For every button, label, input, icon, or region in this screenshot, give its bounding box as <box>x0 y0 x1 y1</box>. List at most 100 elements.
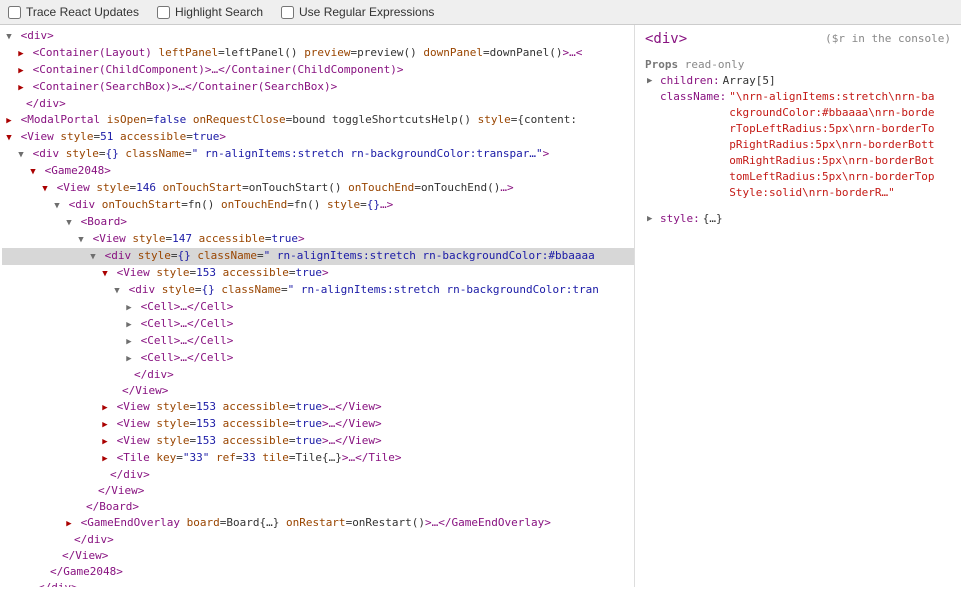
expand-arrow-icon[interactable]: ▶ <box>647 73 657 89</box>
tree-row[interactable]: <Cell>…</Cell> <box>2 316 634 333</box>
val: 153 <box>196 400 216 413</box>
attr: style <box>327 198 360 211</box>
tag-name: View <box>123 434 150 447</box>
attr: ref <box>216 451 236 464</box>
tag-name: Game2048 <box>51 164 104 177</box>
expand-arrow-icon[interactable] <box>52 197 62 214</box>
expand-arrow-icon[interactable] <box>16 45 26 62</box>
expand-arrow-icon[interactable] <box>4 112 14 129</box>
expand-arrow-icon[interactable] <box>88 248 98 265</box>
expand-arrow-icon[interactable] <box>4 129 14 146</box>
tree-row[interactable]: <div onTouchStart=fn() onTouchEnd=fn() s… <box>2 197 634 214</box>
tree-row[interactable]: <Cell>…</Cell> <box>2 350 634 367</box>
attr: className <box>197 249 257 262</box>
val: 146 <box>136 181 156 194</box>
expand-arrow-icon[interactable]: ▶ <box>647 211 657 227</box>
regex-checkbox-label[interactable]: Use Regular Expressions <box>281 5 434 19</box>
expand-arrow-icon[interactable] <box>16 146 26 163</box>
expand-arrow-icon[interactable] <box>16 79 26 96</box>
highlight-search-checkbox[interactable] <box>157 6 170 19</box>
tree-row[interactable]: <Tile key="33" ref=33 tile=Tile{…}>…</Ti… <box>2 450 634 467</box>
expand-arrow-icon[interactable] <box>64 515 74 532</box>
val: "33" <box>183 451 210 464</box>
attr: accessible <box>223 417 289 430</box>
attr: onTouchStart <box>102 198 181 211</box>
tree-row[interactable]: <View style=51 accessible=true> <box>2 129 634 146</box>
tree-row[interactable]: <View style=153 accessible=true>…</View> <box>2 416 634 433</box>
prop-val: Array[5] <box>723 73 776 89</box>
val: 33 <box>243 451 256 464</box>
tag-name: Container(SearchBox) <box>39 80 171 93</box>
tree-row-selected[interactable]: <div style={} className=" rn-alignItems:… <box>2 248 634 265</box>
tree-row[interactable]: </div> <box>2 580 634 587</box>
expand-arrow-icon[interactable] <box>100 433 110 450</box>
tree-panel[interactable]: <div> <Container(Layout) leftPanel=leftP… <box>0 25 634 587</box>
tree-row[interactable]: </div> <box>2 367 634 383</box>
tree-row[interactable]: <Container(SearchBox)>…</Container(Searc… <box>2 79 634 96</box>
prop-row-style[interactable]: ▶ style: {…} <box>645 211 951 227</box>
prop-row-children[interactable]: ▶ children: Array[5] <box>645 73 951 89</box>
expand-arrow-icon[interactable] <box>112 282 122 299</box>
tag-name: Cell <box>200 334 227 347</box>
tree-row[interactable]: </div> <box>2 96 634 112</box>
tree-row[interactable]: <View style=146 onTouchStart=onTouchStar… <box>2 180 634 197</box>
tree-row[interactable]: </Board> <box>2 499 634 515</box>
tree-row[interactable]: <Container(ChildComponent)>…</Container(… <box>2 62 634 79</box>
expand-arrow-icon[interactable] <box>100 416 110 433</box>
tree-row[interactable]: </div> <box>2 467 634 483</box>
tree-row[interactable]: </div> <box>2 532 634 548</box>
expand-arrow-icon[interactable] <box>28 163 38 180</box>
expand-arrow-icon[interactable] <box>124 350 134 367</box>
tree-row[interactable]: <View style=147 accessible=true> <box>2 231 634 248</box>
tree-row[interactable]: <div style={} className=" rn-alignItems:… <box>2 146 634 163</box>
tree-row[interactable]: <Cell>…</Cell> <box>2 299 634 316</box>
tree-row[interactable]: <div style={} className=" rn-alignItems:… <box>2 282 634 299</box>
tree-row[interactable]: </View> <box>2 483 634 499</box>
tag-name: Cell <box>147 334 174 347</box>
val: {} <box>202 283 215 296</box>
expand-arrow-icon[interactable] <box>4 28 14 45</box>
expand-arrow-icon[interactable] <box>100 450 110 467</box>
attr: style <box>478 113 511 126</box>
regex-checkbox[interactable] <box>281 6 294 19</box>
tree-row[interactable]: <Cell>…</Cell> <box>2 333 634 350</box>
val: fn() <box>188 198 215 211</box>
attr: accessible <box>199 232 265 245</box>
tag-name: ModalPortal <box>27 113 100 126</box>
expand-arrow-icon[interactable] <box>40 180 50 197</box>
tree-row[interactable]: <GameEndOverlay board=Board{…} onRestart… <box>2 515 634 532</box>
tag-name: View <box>27 130 54 143</box>
expand-arrow-icon[interactable] <box>100 399 110 416</box>
tree-row[interactable]: <ModalPortal isOpen=false onRequestClose… <box>2 112 634 129</box>
tree-row[interactable]: <Game2048> <box>2 163 634 180</box>
tag-name: View <box>123 266 150 279</box>
expand-arrow-icon[interactable] <box>124 299 134 316</box>
attr: onTouchEnd <box>348 181 414 194</box>
tree-row[interactable]: <Container(Layout) leftPanel=leftPanel()… <box>2 45 634 62</box>
tree-row[interactable]: </View> <box>2 548 634 564</box>
prop-row-classname[interactable]: className: "\nrn-alignItems:stretch\nrn-… <box>645 89 951 201</box>
expand-arrow-icon[interactable] <box>76 231 86 248</box>
tree-row[interactable]: <View style=153 accessible=true>…</View> <box>2 433 634 450</box>
tree-row[interactable]: </Game2048> <box>2 564 634 580</box>
expand-arrow-icon[interactable] <box>100 265 110 282</box>
trace-updates-checkbox-label[interactable]: Trace React Updates <box>8 5 139 19</box>
val: Board{…} <box>226 516 279 529</box>
attr: style <box>132 232 165 245</box>
tag-mid: >…</ <box>172 80 199 93</box>
expand-arrow-icon[interactable] <box>124 333 134 350</box>
trace-updates-label: Trace React Updates <box>26 5 139 19</box>
attr: style <box>66 147 99 160</box>
expand-arrow-icon[interactable] <box>16 62 26 79</box>
expand-arrow-icon[interactable] <box>64 214 74 231</box>
tree-row[interactable]: </View> <box>2 383 634 399</box>
trace-updates-checkbox[interactable] <box>8 6 21 19</box>
tree-row[interactable]: <View style=153 accessible=true>…</View> <box>2 399 634 416</box>
expand-arrow-icon[interactable] <box>124 316 134 333</box>
highlight-search-checkbox-label[interactable]: Highlight Search <box>157 5 263 19</box>
tree-row[interactable]: <View style=153 accessible=true> <box>2 265 634 282</box>
tree-row[interactable]: <Board> <box>2 214 634 231</box>
tree-row[interactable]: <div> <box>2 28 634 45</box>
tag-name: View <box>123 400 150 413</box>
prop-className-value: "\nrn-alignItems:stretch\nrn-backgroundC… <box>729 89 939 201</box>
